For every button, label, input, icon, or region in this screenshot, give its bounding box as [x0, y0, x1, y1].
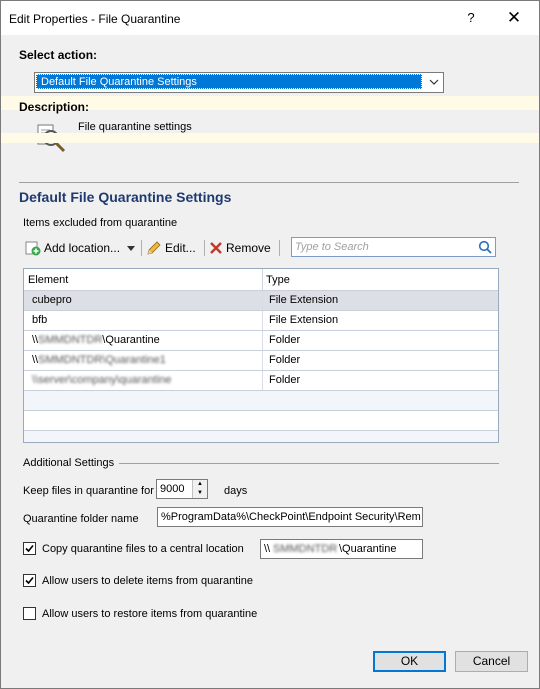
cell-element: bfb — [32, 314, 48, 326]
folder-name-field[interactable] — [157, 507, 423, 527]
remove-button[interactable]: Remove — [209, 239, 271, 257]
search-input[interactable] — [295, 240, 470, 254]
dropdown-arrow-icon — [127, 245, 135, 251]
exclusions-table: Element Type cubepro File Extension bfb … — [23, 268, 499, 443]
add-location-dropdown[interactable] — [127, 239, 135, 257]
checkmark-icon — [25, 576, 34, 585]
remove-label: Remove — [226, 241, 271, 255]
section-divider — [19, 182, 519, 183]
column-header-element[interactable]: Element — [24, 269, 68, 290]
redacted-host: SMMDNTDR — [38, 334, 103, 346]
folder-name-label: Quarantine folder name — [23, 513, 139, 525]
copy-central-checkbox[interactable] — [23, 542, 36, 555]
cell-element: cubepro — [32, 294, 72, 306]
spin-buttons[interactable]: ▲ ▼ — [192, 480, 207, 498]
central-location-prefix: \\ — [264, 543, 271, 555]
cell-element: \\SMMDNTDR\Quarantine — [32, 331, 160, 350]
remove-x-icon — [210, 242, 222, 254]
table-row[interactable]: \\SMMDNTDR\Quarantine1 Folder — [24, 351, 498, 371]
select-action-label: Select action: — [19, 48, 98, 62]
search-icon — [478, 240, 492, 254]
toolbar-separator — [279, 240, 280, 256]
keep-files-label: Keep files in quarantine for — [23, 485, 154, 497]
edit-label: Edit... — [165, 241, 196, 255]
spin-up-icon[interactable]: ▲ — [193, 480, 207, 489]
description-label: Description: — [19, 100, 90, 114]
table-row[interactable]: bfb File Extension — [24, 311, 498, 331]
table-header: Element Type — [24, 269, 498, 291]
empty-row — [24, 431, 498, 442]
ok-button[interactable]: OK — [373, 651, 446, 672]
allow-restore-label[interactable]: Allow users to restore items from quaran… — [42, 608, 257, 620]
column-divider — [262, 311, 263, 330]
action-select-value: Default File Quarantine Settings — [36, 74, 422, 89]
column-header-type[interactable]: Type — [262, 269, 290, 290]
cell-type: File Extension — [269, 294, 339, 306]
dialog-window: Edit Properties - File Quarantine ? ✕ Se… — [0, 0, 540, 689]
title-bar: Edit Properties - File Quarantine ? ✕ — [1, 1, 539, 35]
redacted-host: SMMDNTDR — [273, 543, 338, 555]
empty-row — [24, 391, 498, 411]
allow-restore-checkbox[interactable] — [23, 607, 36, 620]
add-location-button[interactable]: Add location... — [25, 239, 120, 257]
highlight-band-2 — [1, 133, 539, 143]
central-location-field[interactable]: \\ SMMDNTDR \Quarantine — [260, 539, 423, 559]
edit-button[interactable]: Edit... — [146, 239, 196, 257]
empty-row — [24, 411, 498, 431]
cell-element: \\SMMDNTDR\Quarantine1 — [32, 351, 166, 370]
cell-element-suffix: \Quarantine — [102, 334, 160, 346]
items-excluded-label: Items excluded from quarantine — [23, 217, 178, 229]
days-unit-label: days — [224, 485, 248, 497]
window-title: Edit Properties - File Quarantine — [9, 12, 181, 26]
additional-settings-divider — [119, 463, 499, 464]
redacted-path: SMMDNTDR\Quarantine1 — [38, 354, 166, 366]
column-divider — [262, 351, 263, 370]
redacted-path: \\server\company\quarantine — [32, 374, 172, 386]
toolbar-separator — [141, 240, 142, 256]
close-button[interactable]: ✕ — [500, 6, 528, 30]
search-box[interactable] — [291, 237, 496, 257]
help-button[interactable]: ? — [457, 6, 485, 30]
section-title: Default File Quarantine Settings — [19, 189, 232, 205]
checkmark-icon — [25, 544, 34, 553]
description-text: File quarantine settings — [78, 121, 192, 133]
column-divider — [262, 331, 263, 350]
table-row[interactable]: \\server\company\quarantine Folder — [24, 371, 498, 391]
cell-type: Folder — [269, 334, 301, 346]
toolbar-separator — [204, 240, 205, 256]
copy-central-label[interactable]: Copy quarantine files to a central locat… — [42, 543, 244, 555]
table-row[interactable]: cubepro File Extension — [24, 291, 498, 311]
cell-type: File Extension — [269, 314, 339, 326]
cancel-button[interactable]: Cancel — [455, 651, 528, 672]
column-divider — [262, 371, 263, 390]
allow-delete-checkbox[interactable] — [23, 574, 36, 587]
pencil-icon — [147, 241, 161, 255]
table-row[interactable]: \\SMMDNTDR\Quarantine Folder — [24, 331, 498, 351]
chevron-down-icon[interactable] — [425, 73, 443, 92]
column-divider — [262, 291, 263, 310]
cell-type: Folder — [269, 354, 301, 366]
cell-type: Folder — [269, 374, 301, 386]
keep-days-stepper[interactable]: ▲ ▼ — [156, 479, 208, 499]
additional-settings-label: Additional Settings — [23, 457, 115, 469]
allow-delete-label[interactable]: Allow users to delete items from quarant… — [42, 575, 253, 587]
folder-name-input[interactable] — [161, 510, 421, 524]
central-location-suffix: \Quarantine — [339, 543, 397, 555]
keep-days-input[interactable] — [160, 482, 192, 496]
add-icon — [25, 241, 41, 256]
spin-down-icon[interactable]: ▼ — [193, 489, 207, 498]
action-select[interactable]: Default File Quarantine Settings — [34, 72, 444, 93]
add-location-label: Add location... — [44, 241, 121, 255]
